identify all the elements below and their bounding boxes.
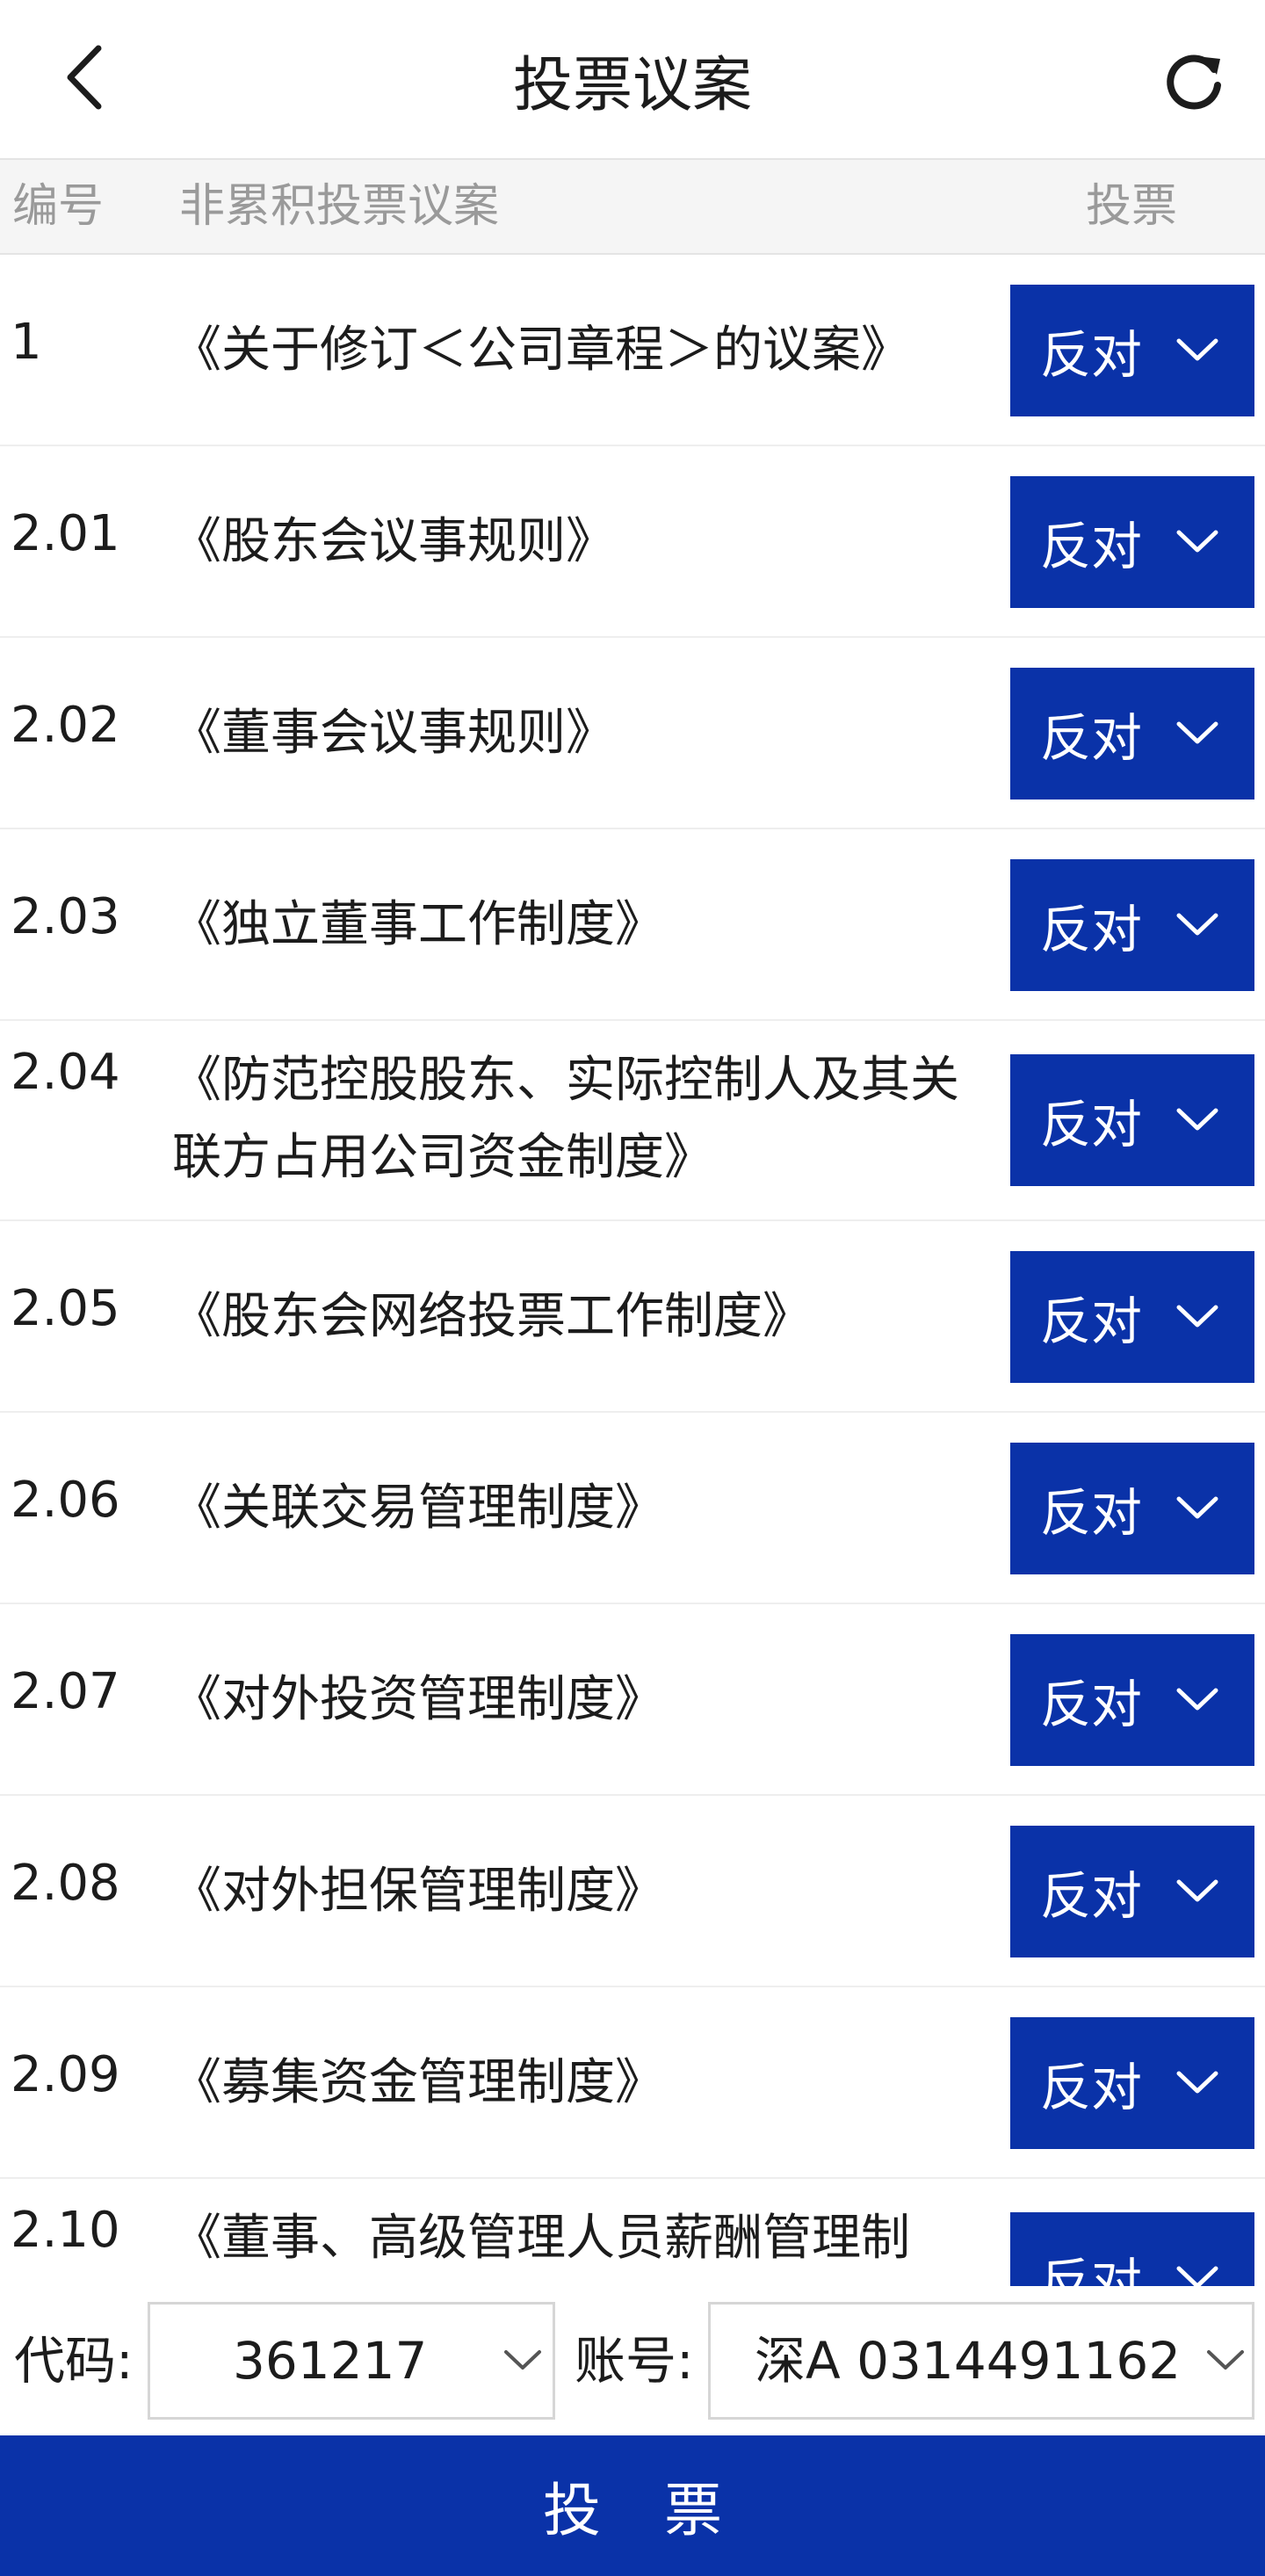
stock-account-form: 代码: 361217 账号: 深A 0314491162 <box>0 2286 1265 2435</box>
account-label: 账号: <box>575 2331 694 2391</box>
vote-select-button[interactable]: 反对 <box>1010 1826 1254 1957</box>
proposal-number: 2.07 <box>11 1663 120 1720</box>
proposal-row: 2.09 《募集资金管理制度》 反对 <box>0 1987 1265 2179</box>
chevron-down-icon <box>1176 530 1218 553</box>
vote-select-label: 反对 <box>1040 1292 1143 1351</box>
chevron-down-icon <box>1176 721 1218 744</box>
vote-select-label: 反对 <box>1040 517 1143 576</box>
proposal-number: 2.01 <box>11 505 120 562</box>
proposal-row: 2.02 《董事会议事规则》 反对 <box>0 638 1265 829</box>
proposal-number: 2.08 <box>11 1855 120 1912</box>
page-title: 投票议案 <box>512 50 752 120</box>
vote-select-label: 反对 <box>1040 1675 1143 1734</box>
chevron-down-icon <box>1176 1688 1218 1711</box>
vote-select-label: 反对 <box>1040 1483 1143 1543</box>
vote-select-button[interactable]: 反对 <box>1010 2212 1254 2286</box>
vote-select-label: 反对 <box>1040 2253 1143 2286</box>
vote-proposals-page: 投票议案 编号 非累积投票议案 投票 1 《关于修订＜公司章程＞的议案》 反对 … <box>0 0 1265 2576</box>
chevron-down-icon <box>1176 1496 1218 1519</box>
proposal-title: 《独立董事工作制度》 <box>172 896 664 953</box>
refresh-icon <box>1167 54 1221 110</box>
vote-select-button[interactable]: 反对 <box>1010 1634 1254 1766</box>
code-value: 361217 <box>233 2331 428 2391</box>
code-select[interactable]: 361217 <box>148 2302 555 2420</box>
submit-vote-button[interactable]: 投票 <box>0 2435 1265 2576</box>
vote-select-button[interactable]: 反对 <box>1010 476 1254 608</box>
table-header: 编号 非累积投票议案 投票 <box>0 158 1265 255</box>
vote-select-label: 反对 <box>1040 2058 1143 2117</box>
proposal-row: 2.03 《独立董事工作制度》 反对 <box>0 829 1265 1021</box>
proposal-title: 《募集资金管理制度》 <box>172 2054 664 2111</box>
proposal-number: 2.10 <box>11 2202 120 2259</box>
vote-select-label: 反对 <box>1040 900 1143 959</box>
proposal-title: 《防范控股股东、实际控制人及其关联方占用公司资金制度》 <box>172 1052 959 1186</box>
proposal-list[interactable]: 1 《关于修订＜公司章程＞的议案》 反对 2.01 《股东会议事规则》 反对 2… <box>0 255 1265 2286</box>
vote-select-button[interactable]: 反对 <box>1010 859 1254 991</box>
account-select[interactable]: 深A 0314491162 <box>708 2302 1254 2420</box>
proposal-row: 2.08 《对外担保管理制度》 反对 <box>0 1796 1265 1987</box>
chevron-down-icon <box>1176 2071 1218 2094</box>
proposal-title: 《董事会议事规则》 <box>172 705 615 762</box>
proposal-number: 2.09 <box>11 2046 120 2103</box>
proposal-title: 《关于修订＜公司章程＞的议案》 <box>172 322 910 379</box>
vote-select-label: 反对 <box>1040 708 1143 768</box>
chevron-down-icon <box>1207 2350 1244 2370</box>
vote-select-button[interactable]: 反对 <box>1010 1443 1254 1574</box>
refresh-button[interactable] <box>1160 46 1230 116</box>
proposal-title: 《对外投资管理制度》 <box>172 1671 664 1728</box>
proposal-row: 1 《关于修订＜公司章程＞的议案》 反对 <box>0 255 1265 446</box>
column-header-proposal: 非累积投票议案 <box>179 180 500 233</box>
proposal-number: 2.02 <box>11 697 120 754</box>
vote-select-button[interactable]: 反对 <box>1010 285 1254 416</box>
account-value: 深A 0314491162 <box>755 2331 1182 2391</box>
proposal-row: 2.10 《董事、高级管理人员薪酬管理制 反对 <box>0 2179 1265 2286</box>
vote-select-button[interactable]: 反对 <box>1010 2017 1254 2149</box>
proposal-number: 2.06 <box>11 1472 120 1529</box>
proposal-title: 《股东会议事规则》 <box>172 513 615 570</box>
proposal-row: 2.04 《防范控股股东、实际控制人及其关联方占用公司资金制度》 反对 <box>0 1021 1265 1221</box>
proposal-title: 《关联交易管理制度》 <box>172 1480 664 1537</box>
vote-select-button[interactable]: 反对 <box>1010 668 1254 800</box>
column-header-number: 编号 <box>12 180 105 233</box>
proposal-row: 2.07 《对外投资管理制度》 反对 <box>0 1604 1265 1796</box>
vote-select-label: 反对 <box>1040 325 1143 385</box>
top-bar: 投票议案 <box>0 0 1265 158</box>
proposal-number: 1 <box>11 314 42 371</box>
proposal-number: 2.03 <box>11 888 120 945</box>
vote-select-button[interactable]: 反对 <box>1010 1251 1254 1383</box>
column-header-vote: 投票 <box>1086 180 1178 233</box>
proposal-number: 2.05 <box>11 1280 120 1337</box>
chevron-down-icon <box>1176 913 1218 936</box>
proposal-title: 《董事、高级管理人员薪酬管理制 <box>172 2210 910 2267</box>
chevron-down-icon <box>1176 1879 1218 1902</box>
proposal-title: 《股东会网络投票工作制度》 <box>172 1288 812 1345</box>
code-label: 代码: <box>14 2331 134 2391</box>
chevron-down-icon <box>1176 1305 1218 1328</box>
vote-select-label: 反对 <box>1040 1095 1143 1154</box>
proposal-row: 2.05 《股东会网络投票工作制度》 反对 <box>0 1221 1265 1413</box>
vote-select-label: 反对 <box>1040 1866 1143 1926</box>
proposal-title: 《对外担保管理制度》 <box>172 1863 664 1920</box>
chevron-down-icon <box>1176 338 1218 361</box>
vote-select-button[interactable]: 反对 <box>1010 1054 1254 1186</box>
chevron-down-icon <box>504 2350 541 2370</box>
proposal-number: 2.04 <box>11 1044 120 1101</box>
proposal-row: 2.06 《关联交易管理制度》 反对 <box>0 1413 1265 1604</box>
chevron-down-icon <box>1176 1108 1218 1131</box>
proposal-row: 2.01 《股东会议事规则》 反对 <box>0 446 1265 638</box>
chevron-down-icon <box>1176 2266 1218 2286</box>
